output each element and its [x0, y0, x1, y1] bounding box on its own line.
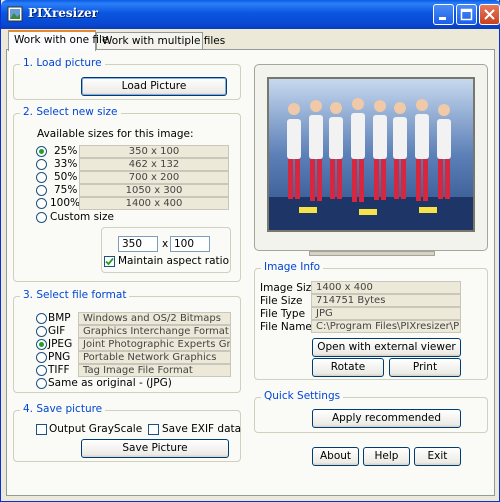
- monitor-stand: [309, 251, 435, 256]
- load-picture-label: Load Picture: [121, 80, 187, 92]
- save-picture-title: 4. Save picture: [20, 403, 106, 415]
- maximize-icon: [460, 8, 473, 21]
- size-percent-25: 25%: [54, 145, 78, 157]
- size-radio-100[interactable]: [36, 198, 47, 209]
- size-percent-50: 50%: [54, 171, 78, 183]
- maintain-aspect-label: Maintain aspect ratio: [118, 255, 229, 267]
- size-dims-100: 1400 x 400: [79, 197, 229, 210]
- info-value-file-name: C:\Program Files\PIXresizer\PIXresiz: [311, 320, 461, 333]
- same-as-original-label: Same as original - (JPG): [48, 377, 172, 389]
- size-radio-33[interactable]: [36, 159, 47, 170]
- format-radio-bmp[interactable]: [36, 313, 47, 324]
- apply-recommended-label: Apply recommended: [331, 412, 442, 424]
- info-label-file-name: File Name: [260, 321, 312, 333]
- about-button[interactable]: About: [312, 447, 359, 466]
- size-percent-33: 33%: [54, 158, 78, 170]
- grayscale-label: Output GrayScale: [49, 423, 143, 435]
- info-label-file-type: File Type: [260, 308, 306, 320]
- format-radio-tiff[interactable]: [36, 365, 47, 376]
- size-dims-33: 462 x 132: [79, 158, 229, 171]
- format-desc-bmp: Windows and OS/2 Bitmaps: [78, 312, 231, 325]
- check-icon: [105, 257, 114, 266]
- custom-size-radio[interactable]: [36, 212, 47, 223]
- format-desc-tiff: Tag Image File Format: [78, 364, 231, 377]
- maintain-aspect-checkbox[interactable]: [104, 256, 115, 267]
- open-external-viewer-button[interactable]: Open with external viewer: [312, 338, 461, 357]
- close-icon: [484, 9, 495, 20]
- app-icon: [7, 6, 23, 22]
- quick-settings-title: Quick Settings: [261, 390, 344, 402]
- tab-multiple-files[interactable]: Work with multiple files: [96, 32, 225, 50]
- save-picture-label: Save Picture: [122, 442, 188, 454]
- image-info-title: Image Info: [261, 261, 324, 273]
- size-dims-50: 700 x 200: [79, 171, 229, 184]
- custom-height-input[interactable]: 100: [170, 236, 210, 252]
- format-name-jpeg: JPEG: [48, 338, 73, 350]
- size-radio-75[interactable]: [36, 185, 47, 196]
- help-button[interactable]: Help: [363, 447, 410, 466]
- exit-label: Exit: [427, 450, 448, 462]
- rotate-label: Rotate: [330, 361, 366, 373]
- format-name-bmp: BMP: [48, 312, 71, 324]
- custom-width-input[interactable]: 350: [118, 236, 158, 252]
- window-title: PIXresizer: [28, 6, 98, 20]
- size-radio-25[interactable]: [36, 146, 47, 157]
- format-desc-jpeg: Joint Photographic Experts Group: [78, 338, 231, 351]
- save-exif-label: Save EXIF data: [162, 423, 242, 435]
- custom-size-label: Custom size: [50, 211, 114, 223]
- minimize-button[interactable]: [433, 4, 454, 25]
- exit-button[interactable]: Exit: [414, 447, 461, 466]
- same-as-original-radio[interactable]: [36, 378, 47, 389]
- save-picture-button[interactable]: Save Picture: [81, 439, 229, 458]
- size-radio-50[interactable]: [36, 172, 47, 183]
- dimension-separator: x: [162, 238, 169, 250]
- available-sizes-label: Available sizes for this image:: [37, 128, 194, 140]
- help-label: Help: [374, 450, 399, 462]
- select-size-title: 2. Select new size: [20, 106, 121, 118]
- app-window: PIXresizer Work with one file Work with …: [0, 0, 500, 502]
- info-value-file-size: 714751 Bytes: [311, 294, 461, 307]
- info-label-size: Image Size: [260, 282, 318, 294]
- maximize-button[interactable]: [456, 4, 477, 25]
- minimize-icon: [439, 17, 446, 20]
- format-desc-png: Portable Network Graphics: [78, 351, 231, 364]
- format-radio-gif[interactable]: [36, 326, 47, 337]
- info-label-file-size: File Size: [260, 295, 303, 307]
- file-format-title: 3. Select file format: [20, 289, 130, 301]
- title-bar[interactable]: PIXresizer: [1, 0, 500, 29]
- rotate-button[interactable]: Rotate: [312, 358, 384, 377]
- preview-image: [267, 77, 475, 232]
- format-name-gif: GIF: [48, 325, 66, 337]
- format-radio-png[interactable]: [36, 352, 47, 363]
- format-name-png: PNG: [48, 351, 71, 363]
- close-button[interactable]: [479, 4, 500, 25]
- size-dims-25: 350 x 100: [79, 145, 229, 158]
- save-exif-checkbox[interactable]: [148, 424, 159, 435]
- size-dims-75: 1050 x 300: [79, 184, 229, 197]
- format-radio-jpeg[interactable]: [36, 339, 47, 350]
- load-picture-title: 1. Load picture: [20, 57, 105, 69]
- grayscale-checkbox[interactable]: [36, 424, 47, 435]
- about-label: About: [319, 450, 352, 462]
- format-desc-gif: Graphics Interchange Format: [78, 325, 231, 338]
- preview-monitor: [254, 64, 488, 251]
- format-name-tiff: TIFF: [48, 364, 70, 376]
- print-label: Print: [412, 361, 438, 373]
- info-value-size: 1400 x 400: [311, 281, 461, 294]
- open-external-viewer-label: Open with external viewer: [317, 341, 456, 353]
- apply-recommended-button[interactable]: Apply recommended: [312, 409, 461, 428]
- size-percent-75: 75%: [54, 184, 78, 196]
- load-picture-button[interactable]: Load Picture: [81, 77, 227, 96]
- print-button[interactable]: Print: [389, 358, 461, 377]
- info-value-file-type: JPG: [311, 307, 461, 320]
- size-percent-100: 100%: [50, 197, 81, 209]
- tab-one-file[interactable]: Work with one file: [8, 30, 108, 51]
